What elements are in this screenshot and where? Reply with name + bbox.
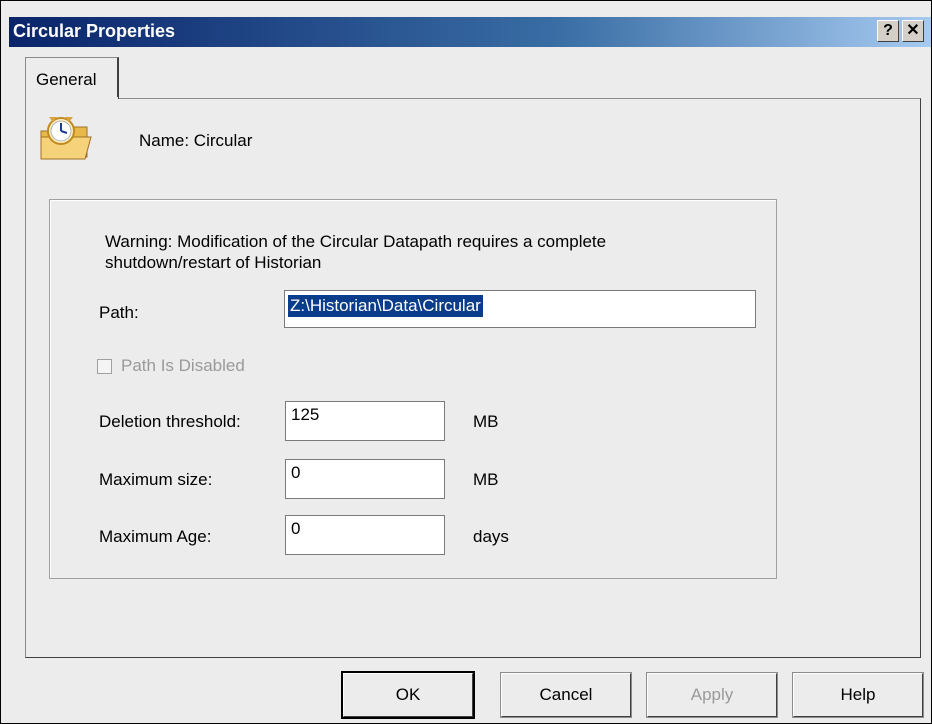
path-label: Path: [99,303,139,322]
maximum-size-label: Maximum size: [99,470,213,489]
path-disabled-checkbox[interactable] [97,359,112,374]
path-disabled-label: Path Is Disabled [121,356,245,375]
properties-dialog: Circular Properties ? ✕ General Name: Ci… [0,0,932,724]
tab-general[interactable]: General [25,57,119,99]
window-title: Circular Properties [13,21,176,41]
close-icon[interactable]: ✕ [902,20,924,42]
maximum-size-input[interactable]: 0 [285,459,445,499]
deletion-threshold-unit: MB [473,412,499,431]
path-input[interactable]: Z:\Historian\Data\Circular [284,290,756,328]
cancel-button[interactable]: Cancel [500,672,632,718]
apply-button[interactable]: Apply [646,672,778,718]
deletion-threshold-input[interactable]: 125 [285,401,445,441]
name-label: Name: Circular [139,131,253,150]
maximum-size-unit: MB [473,470,499,489]
deletion-threshold-label: Deletion threshold: [99,412,241,431]
warning-text: Warning: Modification of the Circular Da… [105,232,607,272]
title-bar[interactable]: Circular Properties ? ✕ [9,17,931,47]
clock-folder-icon [40,117,92,160]
ok-button[interactable]: OK [341,671,475,719]
path-value: Z:\Historian\Data\Circular [288,295,483,317]
deletion-threshold-value: 125 [291,405,320,424]
maximum-age-value: 0 [291,519,301,538]
tab-general-label: General [36,70,97,89]
maximum-age-input[interactable]: 0 [285,515,445,555]
help-icon[interactable]: ? [877,20,899,42]
maximum-age-label: Maximum Age: [99,527,212,546]
tab-connector [26,97,118,100]
maximum-age-unit: days [473,527,509,546]
help-button[interactable]: Help [792,672,924,718]
maximum-size-value: 0 [291,463,301,482]
